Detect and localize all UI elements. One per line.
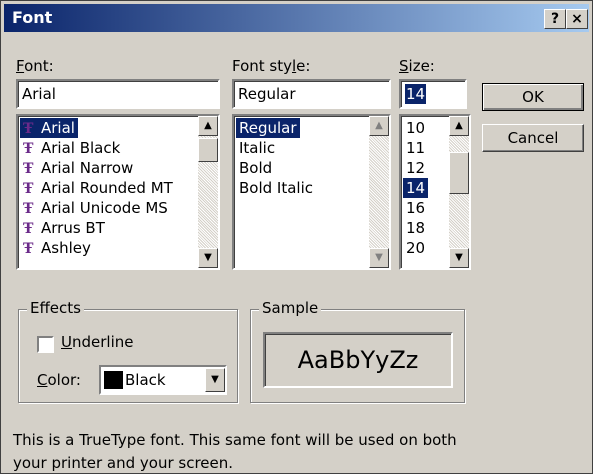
size-list-scrollbar[interactable]: ▲ ▼ [449, 116, 469, 268]
font-list-scrollbar[interactable]: ▲ ▼ [198, 116, 218, 268]
truetype-icon: Ŧ [23, 161, 34, 177]
scroll-thumb[interactable] [449, 152, 469, 194]
font-label: Font: [16, 57, 54, 75]
size-label-rest: ize: [408, 57, 435, 75]
font-item-label: Arial [41, 119, 75, 137]
font-style-list-item[interactable]: Italic [236, 138, 278, 158]
color-label-rest: olor: [47, 371, 81, 389]
font-label-mnemonic: F [16, 57, 25, 75]
truetype-icon: Ŧ [23, 221, 34, 237]
underline-label-rest: nderline [71, 333, 134, 351]
size-list-item[interactable]: 11 [403, 138, 428, 158]
font-item-label: Arial Rounded MT [41, 179, 173, 197]
font-style-list-item[interactable]: Bold [236, 158, 275, 178]
info-line-1: This is a TrueType font. This same font … [13, 431, 457, 449]
size-list-item[interactable]: 16 [403, 198, 428, 218]
scroll-down-arrow-icon: ▼ [369, 248, 389, 268]
font-list-item[interactable]: Ŧ Arial Rounded MT [20, 178, 176, 198]
size-list-item[interactable]: 18 [403, 218, 428, 238]
color-label-mnemonic: C [37, 371, 48, 389]
size-list-item[interactable]: 12 [403, 158, 428, 178]
font-item-label: Arial Black [41, 139, 121, 157]
font-style-scrollbar: ▲ ▼ [369, 116, 389, 268]
scroll-down-arrow-icon[interactable]: ▼ [198, 248, 218, 268]
title-bar[interactable]: Font ? × [4, 4, 589, 32]
font-list-item[interactable]: Ŧ Arial Black [20, 138, 123, 158]
size-label-mnemonic: S [399, 57, 409, 75]
font-label-rest: ont: [24, 57, 54, 75]
font-item-label: Arial Narrow [41, 159, 134, 177]
size-label: Size: [399, 57, 435, 75]
font-list[interactable]: Ŧ Arial Ŧ Arial Black Ŧ Arial Narrow Ŧ Arial… [16, 114, 220, 270]
close-button[interactable]: × [566, 9, 588, 29]
font-list-item[interactable]: Ŧ Ashley [20, 238, 94, 258]
scroll-up-arrow-icon[interactable]: ▲ [198, 116, 218, 136]
color-swatch [104, 371, 123, 389]
font-style-label-rest: e: [296, 57, 311, 75]
font-style-label-start: Font sty [232, 57, 292, 75]
scroll-up-arrow-icon: ▲ [369, 116, 389, 136]
font-list-item[interactable]: Ŧ Arrus BT [20, 218, 108, 238]
size-input[interactable]: 14 [399, 79, 467, 109]
truetype-icon: Ŧ [23, 141, 34, 157]
font-style-label: Font style: [232, 57, 310, 75]
size-list[interactable]: 10 11 12 14 16 18 20 ▲ ▼ [399, 114, 471, 270]
font-style-list-item[interactable]: Bold Italic [236, 178, 316, 198]
sample-title: Sample [259, 299, 322, 317]
effects-title: Effects [27, 299, 84, 317]
underline-label[interactable]: Underline [61, 333, 133, 351]
font-list-item[interactable]: Ŧ Arial Unicode MS [20, 198, 171, 218]
truetype-icon: Ŧ [23, 121, 34, 137]
font-style-list-item[interactable]: Regular [236, 118, 300, 138]
truetype-icon: Ŧ [23, 241, 34, 257]
truetype-icon: Ŧ [23, 201, 34, 217]
font-list-item[interactable]: Ŧ Arial [20, 118, 78, 138]
scroll-thumb[interactable] [198, 138, 218, 162]
font-input[interactable]: Arial [16, 79, 220, 109]
color-label: Color: [37, 371, 81, 389]
window-title: Font [12, 8, 53, 27]
font-item-label: Ashley [41, 239, 91, 257]
scroll-down-arrow-icon[interactable]: ▼ [449, 248, 469, 268]
size-list-item[interactable]: 20 [403, 238, 428, 258]
font-item-label: Arial Unicode MS [41, 199, 168, 217]
font-item-label: Arrus BT [41, 219, 105, 237]
color-select-value: Black [125, 371, 166, 389]
cancel-button[interactable]: Cancel [482, 124, 584, 152]
chevron-down-icon[interactable]: ▼ [205, 368, 225, 392]
underline-checkbox[interactable] [37, 336, 54, 353]
size-list-item[interactable]: 10 [403, 118, 428, 138]
truetype-icon: Ŧ [23, 181, 34, 197]
font-style-list[interactable]: Regular Italic Bold Bold Italic ▲ ▼ [232, 114, 391, 270]
size-input-value: 14 [405, 84, 427, 104]
font-dialog: Font ? × Font: Arial Ŧ Arial Ŧ Arial Black… [0, 0, 593, 474]
info-line-2: your printer and your screen. [13, 454, 234, 472]
underline-label-mnemonic: U [61, 333, 72, 351]
font-style-input[interactable]: Regular [232, 79, 391, 109]
color-select[interactable]: Black ▼ [99, 365, 227, 395]
font-list-item[interactable]: Ŧ Arial Narrow [20, 158, 136, 178]
scroll-up-arrow-icon[interactable]: ▲ [449, 116, 469, 136]
sample-preview: AaBbYyZz [263, 332, 453, 388]
info-text: This is a TrueType font. This same font … [13, 429, 573, 473]
ok-button[interactable]: OK [482, 83, 584, 111]
size-list-item[interactable]: 14 [403, 178, 429, 198]
help-button[interactable]: ? [544, 9, 566, 29]
